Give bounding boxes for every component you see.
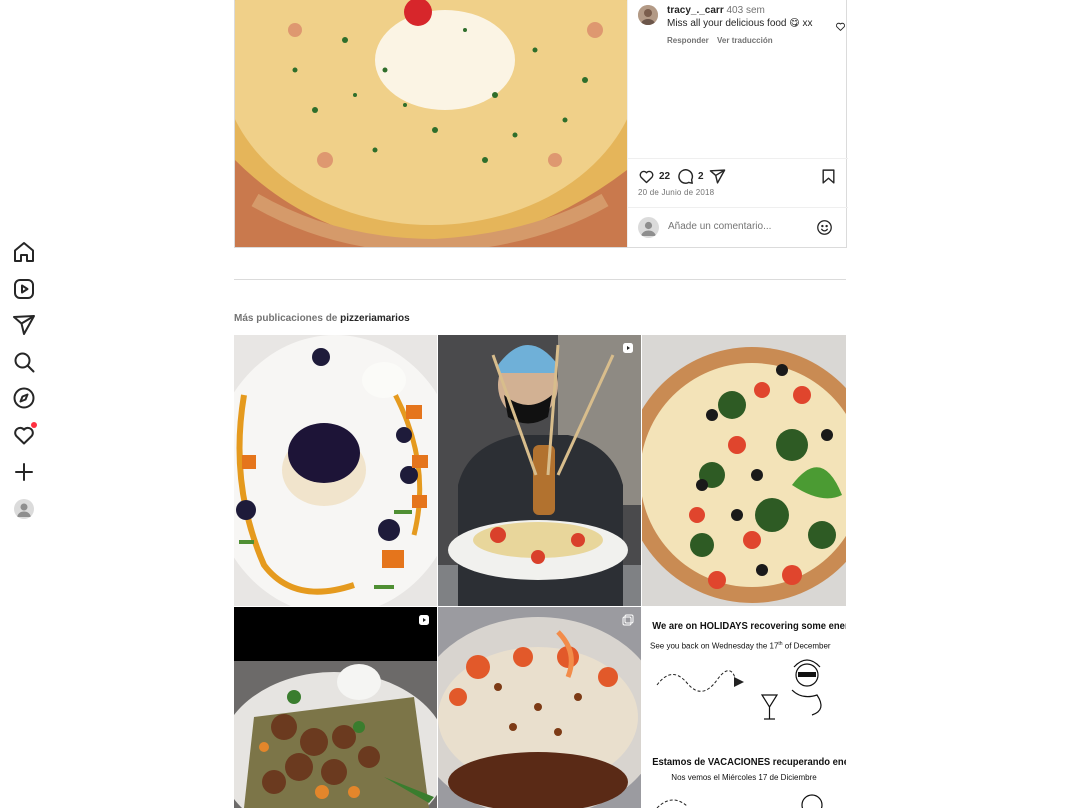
post-sidebar: tracy_._carr 403 sem Miss all your delic…	[627, 0, 848, 247]
commenter-avatar[interactable]	[638, 5, 658, 25]
more-posts-grid: We are on HOLIDAYS recovering some energ…	[234, 335, 846, 808]
share-button[interactable]	[709, 167, 726, 185]
side-navigation	[0, 0, 48, 808]
reply-button[interactable]: Responder	[667, 36, 709, 45]
grid-post-stew[interactable]	[234, 607, 437, 808]
grid-post-dessert[interactable]	[234, 335, 437, 606]
holiday-date-english: See you back on Wednesday the 17th of De…	[650, 641, 846, 651]
comment-username[interactable]: tracy_._carr	[667, 5, 724, 16]
translate-button[interactable]: Ver traducción	[717, 36, 773, 45]
reels-icon[interactable]	[12, 277, 36, 301]
holiday-illustration-bottom	[656, 794, 823, 808]
holiday-illustration	[656, 659, 822, 720]
reel-icon	[419, 615, 429, 625]
profile-avatar[interactable]	[14, 499, 34, 519]
comment-time: 403 sem	[726, 5, 765, 16]
comment-body: tracy_._carr 403 sem Miss all your delic…	[667, 5, 827, 48]
more-posts-heading: Más publicaciones de pizzeriamarios	[234, 313, 410, 324]
notification-dot	[31, 422, 37, 428]
explore-icon[interactable]	[12, 386, 36, 410]
reel-icon	[623, 343, 633, 353]
comment-icon	[678, 168, 694, 184]
comment-count: 2	[698, 170, 704, 182]
post-card: tracy_._carr 403 sem Miss all your delic…	[234, 0, 848, 248]
like-count: 22	[659, 170, 671, 182]
more-posts-account-link[interactable]: pizzeriamarios	[340, 313, 409, 324]
holiday-line-english: We are on HOLIDAYS recovering some energ…	[652, 620, 846, 632]
save-button[interactable]	[820, 167, 837, 185]
comment-actions: Responder Ver traducción	[667, 35, 827, 48]
multi-post-icon	[622, 614, 634, 626]
post-image-pizza[interactable]	[235, 0, 627, 247]
grid-post-risotto[interactable]	[438, 607, 641, 808]
holiday-line-spanish: Estamos de VACACIONES recuperando energí…	[652, 756, 846, 768]
bookmark-icon	[822, 168, 835, 184]
comment-button[interactable]: 2	[677, 167, 704, 185]
holiday-date-english-text: See you back on Wednesday the 17	[650, 641, 779, 651]
search-icon[interactable]	[12, 350, 36, 374]
post-actions: 22 2	[638, 167, 838, 185]
emoji-icon[interactable]	[816, 219, 833, 236]
post-date: 20 de Junio de 2018	[638, 188, 715, 197]
holiday-date-spanish: Nos vemos el Miércoles 17 de Diciembre	[671, 773, 817, 782]
like-button[interactable]: 22	[638, 167, 670, 185]
home-icon[interactable]	[12, 240, 36, 264]
more-posts-prefix: Más publicaciones de	[234, 313, 338, 324]
messages-icon[interactable]	[12, 313, 36, 337]
comment-input[interactable]	[668, 221, 808, 232]
add-comment-bar	[638, 216, 838, 240]
notifications-icon[interactable]	[12, 422, 37, 447]
grid-post-pizza[interactable]	[642, 335, 846, 606]
own-avatar	[638, 217, 659, 238]
section-divider	[234, 279, 846, 280]
comment-input-divider	[628, 207, 848, 208]
create-icon[interactable]	[12, 460, 36, 484]
grid-post-chef[interactable]	[438, 335, 641, 606]
heart-icon	[639, 170, 654, 183]
comment-like-icon[interactable]	[835, 21, 846, 32]
share-icon	[709, 168, 726, 184]
holiday-date-english-month: of December	[782, 641, 831, 651]
comment-text: Miss all your delicious food 😋 xx	[667, 17, 813, 29]
actions-divider	[628, 158, 848, 159]
grid-post-holiday-notice[interactable]: We are on HOLIDAYS recovering some energ…	[642, 607, 846, 808]
